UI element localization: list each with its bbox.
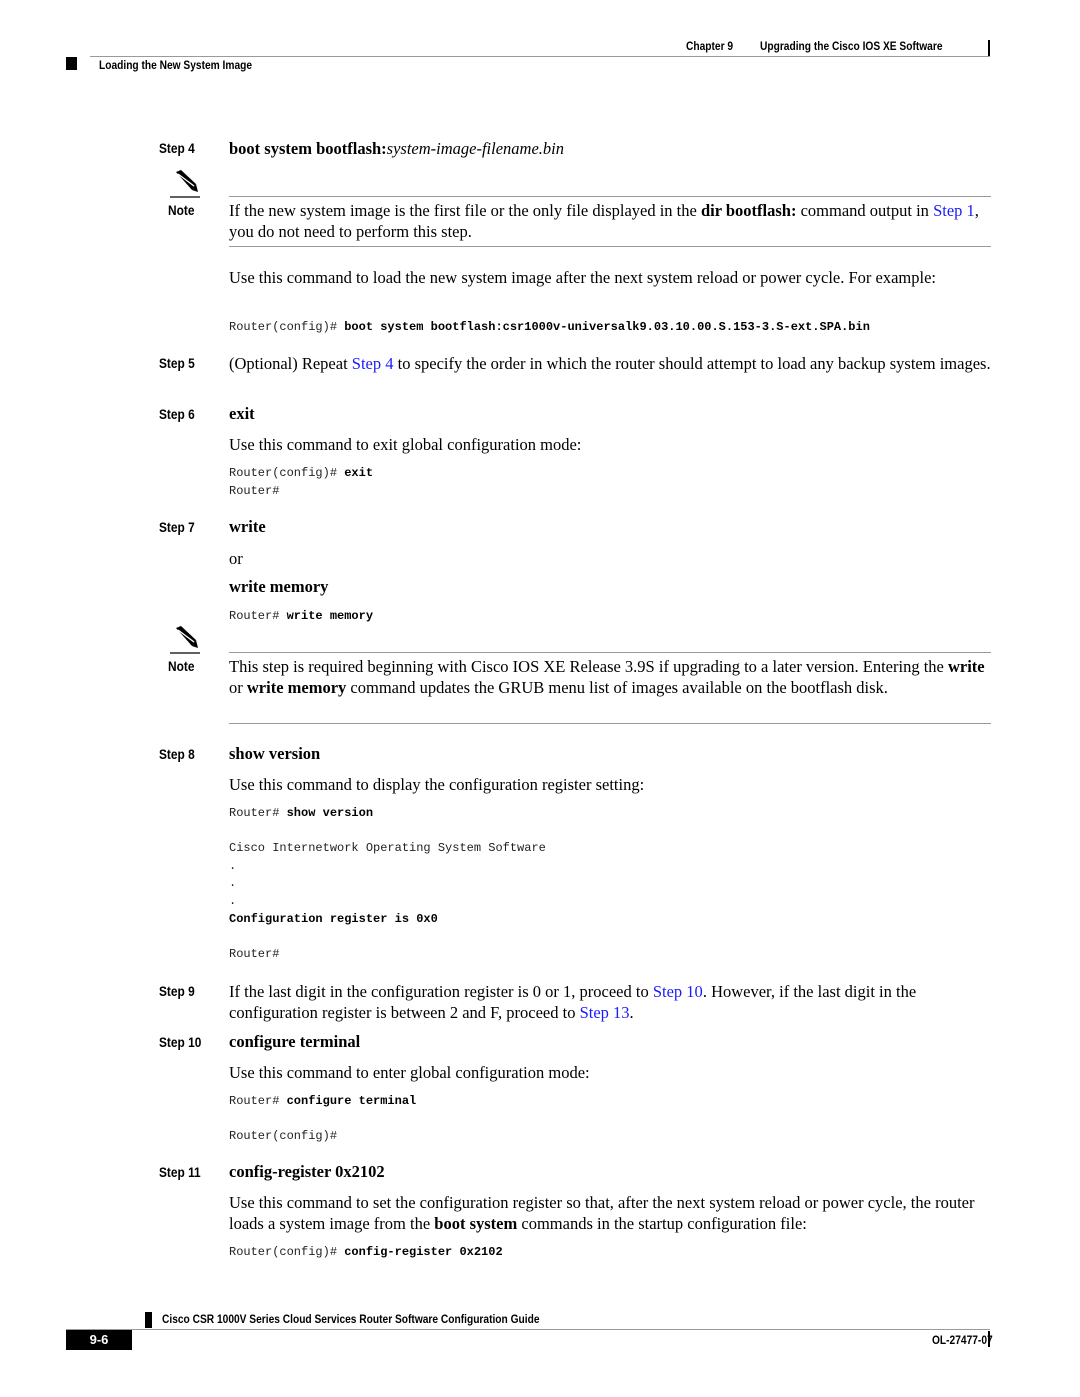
step-10-code-output: Router(config)# <box>229 1129 338 1143</box>
note-bottom-rule <box>229 723 991 724</box>
step-6-command: exit <box>229 404 255 423</box>
note-text-part: or <box>229 678 247 697</box>
step-10-description: Use this command to enter global configu… <box>229 1063 590 1082</box>
step-8-output-ellipsis: . <box>229 876 237 890</box>
code-command: write memory <box>286 609 374 623</box>
step-8-label: Step 8 <box>159 746 195 762</box>
step-8-output-register: Configuration register is 0x0 <box>229 912 438 926</box>
step-10-code: Router# configure terminal <box>229 1094 416 1108</box>
note-text-part: command updates the GRUB menu list of im… <box>346 678 888 697</box>
code-command: configure terminal <box>286 1094 417 1108</box>
step-text-part: If the last digit in the configuration r… <box>229 982 653 1001</box>
header-rule <box>90 56 990 57</box>
code-command: config-register 0x2102 <box>344 1245 503 1259</box>
step-text-part: . <box>629 1003 634 1022</box>
step-4-code: Router(config)# boot system bootflash:cs… <box>229 320 870 334</box>
step-4-command: boot system bootflash:system-image-filen… <box>229 139 564 159</box>
step-6-label: Step 6 <box>159 406 195 422</box>
footer-marker-bar <box>988 1331 990 1347</box>
note-text: If the new system image is the first fil… <box>229 200 991 242</box>
step-11-description: Use this command to set the configuratio… <box>229 1192 991 1234</box>
note-text-part: If the new system image is the first fil… <box>229 201 701 220</box>
note-bottom-rule <box>229 246 991 247</box>
step-7-command: write <box>229 517 266 536</box>
note-command: write <box>947 657 985 676</box>
note-command: dir bootflash: <box>700 201 797 220</box>
code-prompt: Router(config)# <box>229 466 345 480</box>
step-10-command: configure terminal <box>229 1032 361 1051</box>
step-10-link[interactable]: Step 10 <box>653 982 703 1001</box>
step-7-or: or <box>229 549 243 568</box>
code-output-bold: Configuration register is 0x0 <box>229 912 438 926</box>
chapter-title: Upgrading the Cisco IOS XE Software <box>760 39 943 53</box>
code-prompt: Router# <box>229 806 287 820</box>
section-marker-block <box>66 57 77 70</box>
step-8-output-line: Cisco Internetwork Operating System Soft… <box>229 841 546 855</box>
document-id: OL-27477-07 <box>932 1333 993 1347</box>
note-pencil-icon <box>170 626 200 654</box>
note-text: This step is required beginning with Cis… <box>229 656 991 698</box>
code-prompt: Router# <box>229 1094 287 1108</box>
step-7-command-alt: write memory <box>229 577 329 596</box>
step-8-code: Router# show version <box>229 806 373 820</box>
step-9-text: If the last digit in the configuration r… <box>229 981 991 1023</box>
step-11-code: Router(config)# config-register 0x2102 <box>229 1245 503 1259</box>
step-7-code: Router# write memory <box>229 609 373 623</box>
note-label: Note <box>168 658 195 674</box>
code-prompt: Router# <box>229 609 287 623</box>
section-title: Loading the New System Image <box>99 58 253 72</box>
note-top-rule <box>229 196 991 197</box>
note-text-part: This step is required beginning with Cis… <box>229 657 948 676</box>
code-command: show version <box>286 806 374 820</box>
step-8-output-ellipsis: . <box>229 859 237 873</box>
chapter-number: Chapter 9 <box>686 39 734 53</box>
step-text-part: to specify the order in which the router… <box>393 354 991 373</box>
step-text-part: commands in the startup configuration fi… <box>517 1214 807 1233</box>
step-text-part: (Optional) Repeat <box>229 354 352 373</box>
step-8-command: show version <box>229 744 321 763</box>
step-11-label: Step 11 <box>159 1164 201 1180</box>
step-6-code: Router(config)# exit <box>229 466 373 480</box>
code-prompt: Router(config)# <box>229 320 345 334</box>
note-pencil-icon <box>170 170 200 198</box>
step-1-link[interactable]: Step 1 <box>933 201 975 220</box>
step-6-code-output: Router# <box>229 484 280 498</box>
code-command: boot system bootflash:csr1000v-universal… <box>344 320 870 334</box>
page-number: 9-6 <box>66 1330 132 1350</box>
note-text-part: command output in <box>796 201 934 220</box>
step-8-output-ellipsis: . <box>229 894 237 908</box>
footer-rule <box>66 1329 990 1330</box>
step-9-label: Step 9 <box>159 983 195 999</box>
step-6-description: Use this command to exit global configur… <box>229 435 582 454</box>
header-marker-bar <box>988 40 990 56</box>
step-8-output-prompt: Router# <box>229 947 280 961</box>
code-command: exit <box>344 466 374 480</box>
step-5-label: Step 5 <box>159 355 195 371</box>
code-prompt: Router(config)# <box>229 1245 345 1259</box>
inline-command: boot system <box>434 1214 518 1233</box>
step-4-description: Use this command to load the new system … <box>229 268 937 287</box>
command-bold: boot system bootflash: <box>229 139 387 158</box>
step-4-label: Step 4 <box>159 140 195 156</box>
note-label: Note <box>168 202 195 218</box>
guide-title: Cisco CSR 1000V Series Cloud Services Ro… <box>162 1312 540 1326</box>
note-top-rule <box>229 652 991 653</box>
step-4-link[interactable]: Step 4 <box>352 354 394 373</box>
note-command: write memory <box>246 678 347 697</box>
step-13-link[interactable]: Step 13 <box>580 1003 630 1022</box>
footer-marker-block <box>145 1312 152 1328</box>
step-5-text: (Optional) Repeat Step 4 to specify the … <box>229 353 991 374</box>
step-10-label: Step 10 <box>159 1034 202 1050</box>
step-7-label: Step 7 <box>159 519 195 535</box>
step-11-command: config-register 0x2102 <box>229 1162 385 1181</box>
step-8-description: Use this command to display the configur… <box>229 775 645 794</box>
command-argument: system-image-filename.bin <box>386 139 564 158</box>
